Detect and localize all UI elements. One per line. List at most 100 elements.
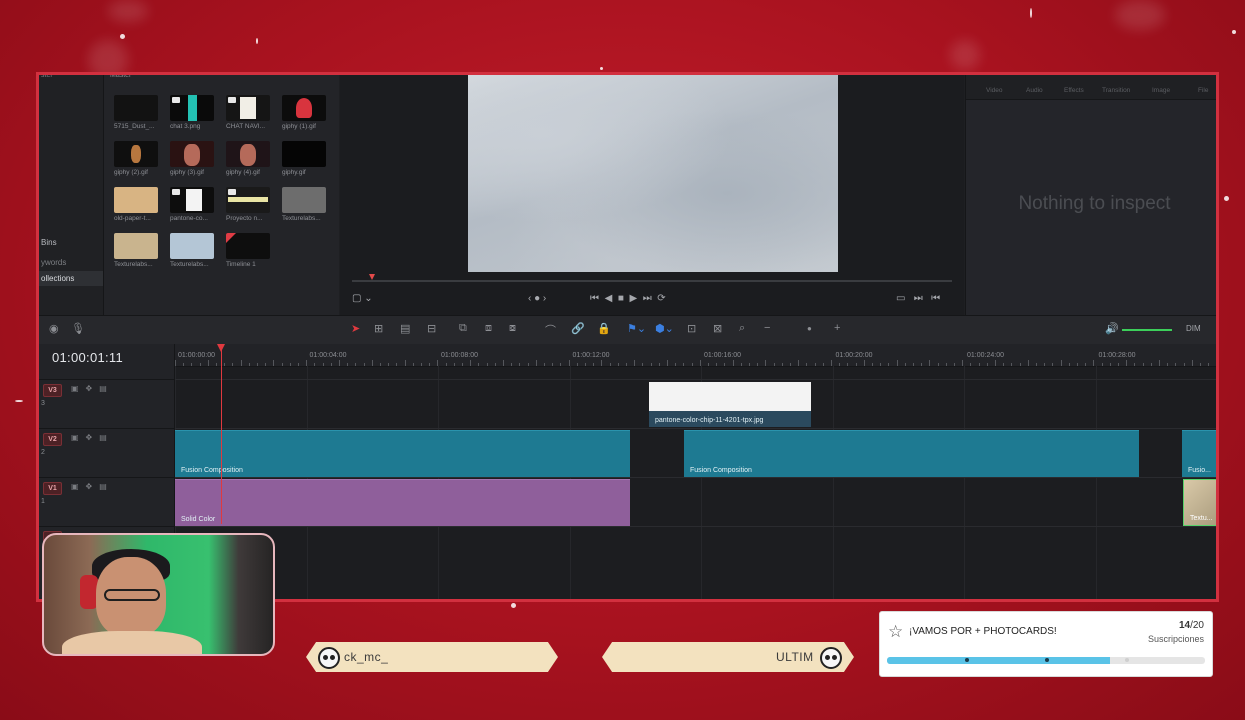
viewer-options-icon[interactable]: ▢ ⌄ — [352, 293, 373, 304]
record-mic-icon[interactable]: 🎙 — [71, 322, 85, 335]
snapping-icon[interactable]: ⌒ — [545, 322, 556, 338]
media-clip[interactable]: giphy (1).gif — [282, 95, 330, 130]
bin-item-collections[interactable]: ollections — [39, 271, 103, 286]
ruler-tick — [1200, 363, 1201, 366]
ruler-tick — [708, 363, 709, 366]
media-clip[interactable]: pantone-co... — [170, 187, 218, 222]
media-clip[interactable]: 5715_Dust_... — [114, 95, 162, 130]
dim-button[interactable]: DIM — [1186, 324, 1201, 333]
media-clip[interactable]: Texturelabs... — [170, 233, 218, 268]
timeline-playhead[interactable] — [221, 344, 222, 524]
media-clip[interactable]: Texturelabs... — [114, 233, 162, 268]
link-icon[interactable]: 🔗 — [571, 322, 585, 335]
clip-pantone[interactable]: pantone-color-chip-11-4201-tpx.jpg — [649, 382, 811, 427]
media-clip[interactable]: old-paper-t... — [114, 187, 162, 222]
selection-tool-icon[interactable]: ➤ — [351, 322, 360, 335]
media-clip[interactable]: CHAT NAVI... — [226, 95, 274, 130]
goal-title: ¡VAMOS POR + PHOTOCARDS! — [909, 626, 1057, 637]
play-icon[interactable]: ▶ — [629, 293, 637, 304]
scrubber-playhead-icon[interactable] — [369, 274, 375, 280]
zoom-detail-icon[interactable]: ⊠ — [713, 322, 722, 335]
subscription-goal-widget: ☆ ¡VAMOS POR + PHOTOCARDS! 14/20 Suscrip… — [879, 611, 1213, 677]
timeline-ruler[interactable]: 01:00:00:00 01:00:04:00 01:00:08:00 01:00:1… — [175, 344, 1216, 367]
clip-thumbnail — [170, 141, 214, 167]
clip-thumbnail — [114, 95, 158, 121]
tab-file[interactable]: File — [1198, 87, 1208, 94]
dynamic-trim-icon[interactable]: ▤ — [400, 322, 410, 335]
volume-slider[interactable] — [1122, 329, 1172, 331]
skip-start-icon[interactable]: ⏮ — [590, 293, 599, 304]
clip-texture[interactable]: Textu... — [1183, 479, 1216, 526]
star-icon: ☆ — [888, 622, 904, 641]
media-clip[interactable]: Timeline 1 — [226, 233, 274, 268]
volume-icon[interactable]: 🔊 — [1105, 322, 1119, 335]
ruler-tick — [429, 363, 431, 366]
clip-thumbnail — [226, 141, 270, 167]
ruler-tick — [798, 360, 800, 366]
bin-item-bins[interactable]: Bins — [39, 235, 103, 250]
clip-thumbnail — [226, 95, 270, 121]
tab-audio[interactable]: Audio — [1026, 87, 1043, 94]
ruler-tick — [265, 363, 267, 366]
zoom-custom-icon[interactable]: ⌕ — [739, 322, 745, 335]
media-clip[interactable]: Proyecto n... — [226, 187, 274, 222]
replace-clip-icon[interactable]: ⧇ — [509, 322, 516, 335]
media-clip[interactable]: chat 3.png — [170, 95, 218, 130]
lock-icon[interactable]: 🔒 — [597, 322, 611, 335]
zoom-in-icon[interactable]: + — [834, 322, 840, 334]
loop-icon[interactable]: ⟳ — [657, 293, 665, 304]
zoom-full-icon[interactable]: ⊡ — [687, 322, 696, 335]
track-tag[interactable]: V3 — [43, 384, 62, 397]
tab-transition[interactable]: Transition — [1102, 87, 1130, 94]
overwrite-clip-icon[interactable]: ⧈ — [485, 322, 492, 335]
blade-tool-icon[interactable]: ⊟ — [427, 322, 436, 335]
track-tag[interactable]: V2 — [43, 433, 62, 446]
prev-clip-icon[interactable]: ⏮ — [931, 293, 940, 304]
ruler-tick — [642, 363, 644, 366]
zoom-out-icon[interactable]: − — [764, 322, 770, 334]
ruler-tick — [749, 363, 750, 366]
clip-solid-color[interactable]: Solid Color — [175, 479, 630, 526]
media-clip[interactable]: giphy (4).gif — [226, 141, 274, 176]
trim-tool-icon[interactable]: ⊞ — [374, 322, 383, 335]
goal-unit: Suscripciones — [1147, 634, 1204, 644]
sparkle — [1232, 30, 1236, 34]
fullscreen-icon[interactable]: ▭ — [896, 293, 905, 304]
track-number: 1 — [41, 498, 45, 505]
media-clip[interactable]: giphy (2).gif — [114, 141, 162, 176]
ruler-tick — [847, 363, 849, 366]
track-controls-icon[interactable]: ▣✥▤ — [71, 433, 114, 442]
flag-icon[interactable]: ⚑⌄ — [627, 322, 646, 335]
thumb-detail — [186, 189, 202, 211]
frame-nav-icon[interactable]: ‹ ● › — [528, 293, 546, 304]
clip-fusion-composition[interactable]: Fusio... — [1182, 430, 1216, 477]
playhead-marker-icon[interactable] — [217, 344, 225, 352]
track-controls-icon[interactable]: ▣✥▤ — [71, 482, 114, 491]
clip-fusion-composition[interactable]: Fusion Composition — [684, 430, 1139, 477]
skip-end-icon[interactable]: ⏭ — [643, 293, 652, 304]
clip-type-icon — [172, 189, 180, 195]
zoom-slider-handle[interactable]: ● — [807, 324, 812, 333]
tab-video[interactable]: Video — [986, 87, 1003, 94]
track-controls-icon[interactable]: ▣✥▤ — [71, 384, 114, 393]
ruler-tick — [322, 363, 324, 366]
stop-icon[interactable]: ■ — [618, 293, 624, 304]
timecode-display[interactable]: 01:00:01:11 — [52, 350, 123, 365]
media-clip[interactable]: giphy.gif — [282, 141, 330, 176]
media-clip[interactable]: giphy (3).gif — [170, 141, 218, 176]
media-clip[interactable]: Texturelabs... — [282, 187, 330, 222]
tab-image[interactable]: Image — [1152, 87, 1170, 94]
ruler-tick — [1077, 363, 1078, 366]
bin-item-keywords[interactable]: ywords — [39, 255, 103, 270]
tab-effects[interactable]: Effects — [1064, 87, 1084, 94]
play-reverse-icon[interactable]: ◀ — [605, 293, 613, 304]
track-tag[interactable]: V1 — [43, 482, 62, 495]
clip-fusion-composition[interactable]: Fusion Composition — [175, 430, 630, 477]
ruler-tick — [339, 360, 340, 366]
next-clip-icon[interactable]: ⏭ — [914, 293, 923, 304]
viewer-scrubber[interactable] — [352, 280, 952, 282]
marker-icon[interactable]: ⬢⌄ — [655, 322, 674, 335]
layout-icon[interactable]: ◉ — [49, 322, 59, 335]
insert-clip-icon[interactable]: ⧉ — [459, 322, 467, 335]
ruler-tick — [986, 363, 988, 366]
